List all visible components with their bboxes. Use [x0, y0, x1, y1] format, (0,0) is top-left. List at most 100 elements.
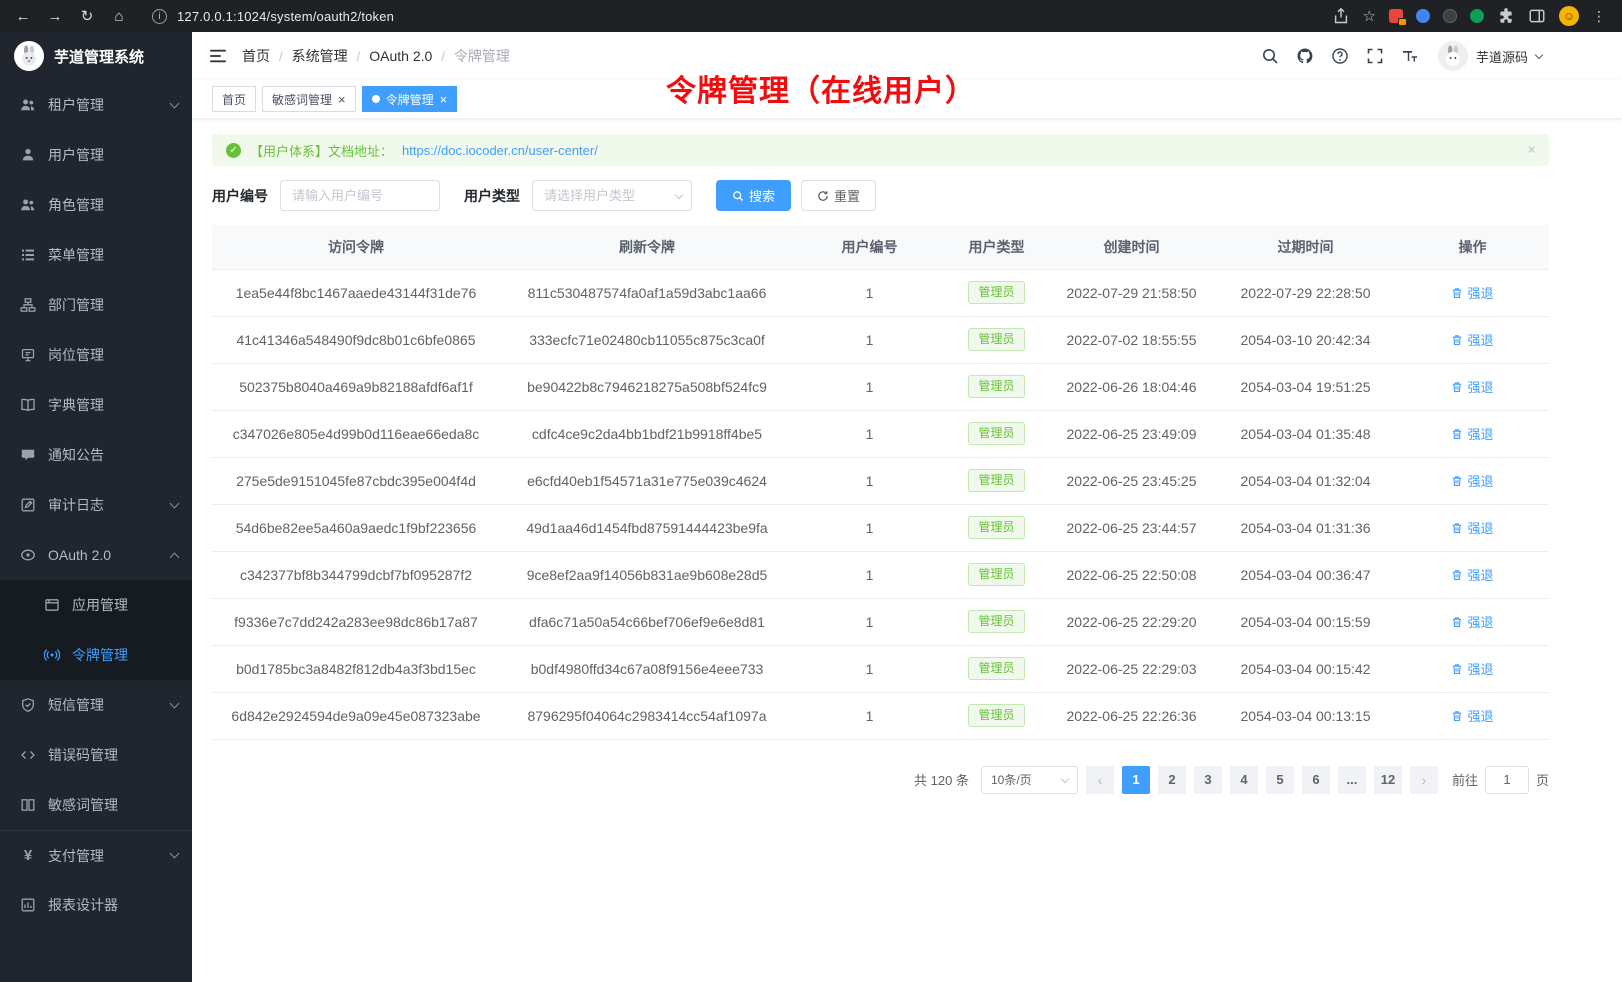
user-id-input[interactable] [280, 180, 440, 211]
alert-close-icon[interactable]: × [1527, 142, 1536, 159]
bookmark-star-icon[interactable]: ☆ [1363, 7, 1376, 25]
extension-icon-red[interactable] [1389, 9, 1403, 23]
sidebar-item-dept[interactable]: 部门管理 [0, 280, 192, 330]
sidebar-item-oauth2-app[interactable]: 应用管理 [0, 580, 192, 630]
browser-toolbar: ← → ↻ ⌂ i 127.0.0.1:1024/system/oauth2/t… [0, 0, 1622, 32]
broadcast-icon [44, 647, 60, 663]
reset-button-label: 重置 [834, 186, 860, 205]
breadcrumb-oauth[interactable]: OAuth 2.0 [369, 48, 432, 64]
browser-profile-avatar[interactable]: ☺ [1559, 6, 1579, 26]
forward-button[interactable]: → [42, 3, 68, 29]
force-logout-button[interactable]: 强退 [1451, 518, 1493, 537]
force-logout-button[interactable]: 强退 [1451, 565, 1493, 584]
fullscreen-icon[interactable] [1366, 47, 1384, 65]
breadcrumb-system[interactable]: 系统管理 [292, 46, 348, 66]
page-button-3[interactable]: 3 [1194, 766, 1222, 794]
goto-page-input[interactable] [1485, 766, 1529, 794]
extension-icon-blue[interactable] [1416, 9, 1430, 23]
extension-icon-dark[interactable] [1443, 9, 1457, 23]
side-panel-icon[interactable] [1528, 7, 1546, 25]
force-logout-button[interactable]: 强退 [1451, 424, 1493, 443]
user-type-select[interactable] [532, 180, 692, 211]
collapse-sidebar-button[interactable] [208, 46, 228, 66]
app-logo-row[interactable]: 芋道管理系统 [0, 32, 192, 80]
font-size-icon[interactable] [1401, 47, 1419, 65]
share-icon[interactable] [1332, 7, 1350, 25]
sidebar-item-pay[interactable]: ¥ 支付管理 [0, 830, 192, 880]
prev-page-button[interactable]: ‹ [1086, 766, 1114, 794]
force-logout-label: 强退 [1467, 706, 1493, 725]
sidebar-item-post[interactable]: 岗位管理 [0, 330, 192, 380]
user-id-cell: 1 [794, 598, 945, 645]
user-icon [20, 147, 36, 163]
refresh-token-cell: 8796295f04064c2983414cc54af1097a [500, 692, 794, 739]
search-button[interactable]: 搜索 [716, 180, 791, 211]
force-logout-button[interactable]: 强退 [1451, 706, 1493, 725]
sidebar-menu: 租户管理 用户管理 角色管理 菜单管理 部门管理 岗位管理 字典管理 [0, 80, 192, 930]
sidebar-item-notice[interactable]: 通知公告 [0, 430, 192, 480]
force-logout-button[interactable]: 强退 [1451, 330, 1493, 349]
user-id-cell: 1 [794, 410, 945, 457]
force-logout-button[interactable]: 强退 [1451, 377, 1493, 396]
help-icon[interactable] [1331, 47, 1349, 65]
address-bar[interactable]: i 127.0.0.1:1024/system/oauth2/token [152, 9, 1326, 24]
doc-link[interactable]: https://doc.iocoder.cn/user-center/ [402, 143, 598, 158]
sidebar-item-oauth2-token[interactable]: 令牌管理 [0, 630, 192, 680]
close-icon[interactable]: × [440, 93, 448, 106]
site-info-icon[interactable]: i [152, 9, 167, 24]
actions-cell: 强退 [1396, 316, 1549, 363]
force-logout-button[interactable]: 强退 [1451, 283, 1493, 302]
caret-down-icon [1535, 50, 1543, 58]
page-button-12[interactable]: 12 [1374, 766, 1402, 794]
close-icon[interactable]: × [338, 93, 346, 106]
force-logout-label: 强退 [1467, 518, 1493, 537]
tab-sensitive-word[interactable]: 敏感词管理 × [262, 86, 356, 112]
extensions-puzzle-icon[interactable] [1497, 7, 1515, 25]
page-button-4[interactable]: 4 [1230, 766, 1258, 794]
user-type-badge: 管理员 [968, 516, 1024, 539]
force-logout-button[interactable]: 强退 [1451, 659, 1493, 678]
user-menu[interactable]: 芋道源码 [1438, 41, 1542, 71]
sidebar-item-oauth2[interactable]: OAuth 2.0 [0, 530, 192, 580]
sidebar-item-sensitive-word[interactable]: 敏感词管理 [0, 780, 192, 830]
user-type-badge: 管理员 [968, 704, 1024, 727]
more-pages-button[interactable]: ... [1338, 766, 1366, 794]
tab-token[interactable]: 令牌管理 × [362, 86, 458, 112]
back-button[interactable]: ← [10, 3, 36, 29]
actions-cell: 强退 [1396, 645, 1549, 692]
breadcrumb-home[interactable]: 首页 [242, 46, 270, 66]
force-logout-label: 强退 [1467, 424, 1493, 443]
actions-cell: 强退 [1396, 598, 1549, 645]
sidebar-item-audit-log[interactable]: 审计日志 [0, 480, 192, 530]
page-size-select[interactable]: 10条/页 [981, 766, 1078, 794]
page-button-5[interactable]: 5 [1266, 766, 1294, 794]
page-button-2[interactable]: 2 [1158, 766, 1186, 794]
page-button-1[interactable]: 1 [1122, 766, 1150, 794]
home-button[interactable]: ⌂ [106, 3, 132, 29]
github-icon[interactable] [1296, 47, 1314, 65]
force-logout-button[interactable]: 强退 [1451, 612, 1493, 631]
reset-button[interactable]: 重置 [801, 180, 876, 211]
sidebar-item-tenant[interactable]: 租户管理 [0, 80, 192, 130]
access-token-cell: 41c41346a548490f9dc8b01c6bfe0865 [212, 316, 500, 363]
refresh-token-cell: b0df4980ffd34c67a08f9156e4eee733 [500, 645, 794, 692]
sidebar-item-menu[interactable]: 菜单管理 [0, 230, 192, 280]
sidebar-item-sms[interactable]: 短信管理 [0, 680, 192, 730]
sidebar-item-role[interactable]: 角色管理 [0, 180, 192, 230]
force-logout-button[interactable]: 强退 [1451, 471, 1493, 490]
sidebar-item-label: 支付管理 [48, 846, 104, 866]
tab-home[interactable]: 首页 [212, 86, 256, 112]
columns-icon [20, 797, 36, 813]
expire-time-cell: 2054-03-04 00:15:59 [1215, 598, 1396, 645]
search-icon[interactable] [1261, 47, 1279, 65]
reload-button[interactable]: ↻ [74, 3, 100, 29]
sidebar-item-dict[interactable]: 字典管理 [0, 380, 192, 430]
next-page-button[interactable]: › [1410, 766, 1438, 794]
page-button-6[interactable]: 6 [1302, 766, 1330, 794]
sidebar-item-error-code[interactable]: 错误码管理 [0, 730, 192, 780]
sidebar-item-report-designer[interactable]: 报表设计器 [0, 880, 192, 930]
col-actions: 操作 [1396, 225, 1549, 269]
extension-icon-green[interactable] [1470, 9, 1484, 23]
sidebar-item-user[interactable]: 用户管理 [0, 130, 192, 180]
browser-menu-button[interactable]: ⋮ [1592, 8, 1606, 25]
